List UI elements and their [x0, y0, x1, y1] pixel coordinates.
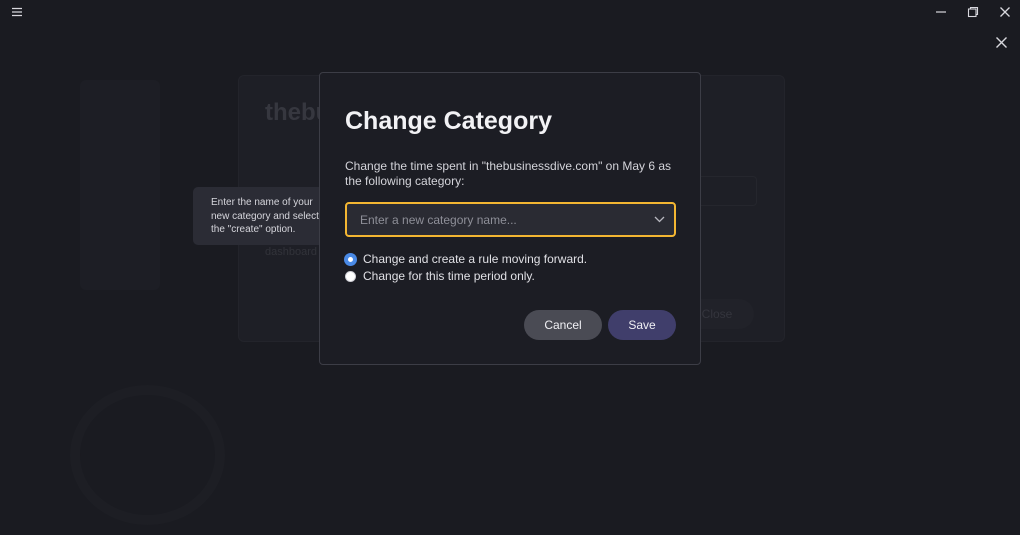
category-hint-tooltip: Enter the name of your new category and … — [193, 187, 336, 245]
close-icon[interactable] — [990, 0, 1020, 24]
radio-button[interactable] — [345, 270, 356, 282]
dismiss-overlay-close-icon[interactable] — [988, 30, 1014, 54]
option-create-rule-label: Change and create a rule moving forward. — [363, 252, 588, 266]
cancel-button[interactable]: Cancel — [524, 310, 602, 340]
minimize-icon[interactable] — [926, 0, 956, 24]
option-this-period-label: Change for this time period only. — [363, 269, 535, 283]
option-create-rule[interactable]: Change and create a rule moving forward. — [345, 252, 587, 266]
dialog-title: Change Category — [345, 107, 552, 135]
change-category-dialog: Change Category Change the time spent in… — [319, 72, 701, 365]
background-sidebar — [80, 80, 160, 290]
save-button[interactable]: Save — [608, 310, 676, 340]
chevron-down-icon[interactable] — [644, 216, 674, 223]
option-this-period-only[interactable]: Change for this time period only. — [345, 269, 535, 283]
restore-icon[interactable] — [958, 0, 988, 24]
category-name-input[interactable] — [347, 212, 644, 227]
dialog-description: Change the time spent in "thebusinessdiv… — [345, 159, 672, 188]
title-bar — [0, 0, 1020, 24]
category-select[interactable] — [345, 202, 676, 237]
radio-button-selected[interactable] — [345, 253, 356, 265]
background-link: dashboard — [265, 246, 317, 258]
background-chart — [70, 385, 225, 525]
hamburger-menu-icon[interactable] — [2, 0, 32, 24]
